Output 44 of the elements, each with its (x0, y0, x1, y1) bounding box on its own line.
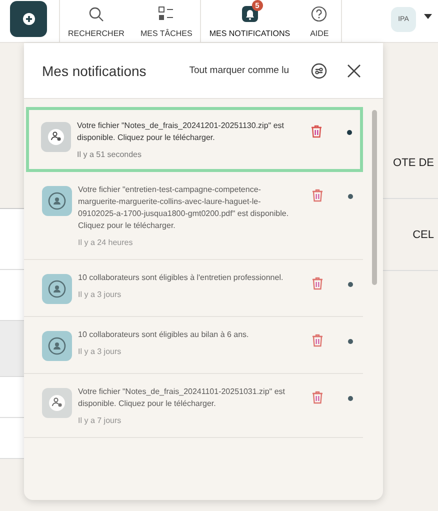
nav-tab[interactable]: AIDE (298, 0, 342, 42)
panel-title: Mes notifications (42, 62, 146, 78)
notification-text: Votre fichier "entretien-test-campagne-competence-marguerite-marguerite-collins-avec-laure-haguet-le-09102025-a-1700-jusqua1800-gmt0200.pdf" est disponible. Cliquez pour le télécharger. (78, 184, 290, 232)
notification-time: Il y a 3 jours (78, 290, 122, 299)
notification-item[interactable]: Votre fichier "Notes_de_frais_20241101-20251031.zip" est disponible. Cliquez pour le télécharger. Il y a 7 jours (24, 374, 363, 438)
notification-item[interactable]: Votre fichier "Notes_de_frais_20241201-20251130.zip" est disponible. Cliquez pour le télécharger. Il y a 51 secondes (26, 107, 363, 172)
plus-icon (22, 12, 36, 26)
table-row (0, 377, 24, 418)
close-icon[interactable] (347, 64, 361, 78)
caret-icon (424, 14, 432, 20)
trash-icon[interactable] (312, 277, 323, 290)
file-icon (42, 388, 72, 418)
checklist-icon (158, 6, 174, 22)
add-button[interactable] (10, 1, 47, 37)
filter-icon[interactable] (311, 62, 327, 78)
trash-icon[interactable] (312, 189, 323, 202)
person-chat-icon (42, 331, 72, 361)
person-chat-icon (42, 186, 72, 216)
person-chat-icon (42, 274, 72, 304)
scrollbar-thumb[interactable] (372, 110, 377, 285)
mark-all-read-button[interactable]: Tout marquer comme lu (189, 65, 289, 76)
trash-icon[interactable] (312, 391, 323, 404)
notification-item[interactable]: 10 collaborateurs sont éligibles au bilan à 6 ans. Il y a 3 jours (24, 317, 363, 374)
table-row (0, 270, 24, 321)
help-icon (311, 6, 328, 22)
trash-icon[interactable] (312, 334, 323, 347)
notification-time: Il y a 7 jours (78, 416, 122, 425)
search-icon (88, 6, 104, 22)
trash-icon[interactable] (311, 125, 322, 138)
nav-tab[interactable]: MES TÂCHES (132, 0, 200, 42)
notification-text: Votre fichier "Notes_de_frais_20241201-20251130.zip" est disponible. Cliquez pour le télécharger. (77, 120, 286, 144)
notification-text: Votre fichier "Notes_de_frais_20241101-20251031.zip" est disponible. Cliquez pour le télécharger. (78, 386, 286, 410)
notification-text: 10 collaborateurs sont éligibles à l'entretien professionnel. (78, 272, 284, 284)
notification-item[interactable]: 10 collaborateurs sont éligibles à l'entretien professionnel. Il y a 3 jours (24, 260, 363, 317)
table-cell: OTE DE (393, 156, 434, 168)
table-row (0, 418, 24, 459)
table-cell: CEL (412, 228, 434, 240)
notification-text: 10 collaborateurs sont éligibles au bilan à 6 ans. (78, 329, 250, 341)
table-row (0, 209, 24, 270)
notification-time: Il y a 24 heures (78, 238, 134, 247)
notification-time: Il y a 51 secondes (77, 150, 142, 159)
notification-time: Il y a 3 jours (78, 347, 122, 356)
file-icon (41, 122, 71, 152)
nav-tab[interactable]: RECHERCHER (60, 0, 132, 42)
